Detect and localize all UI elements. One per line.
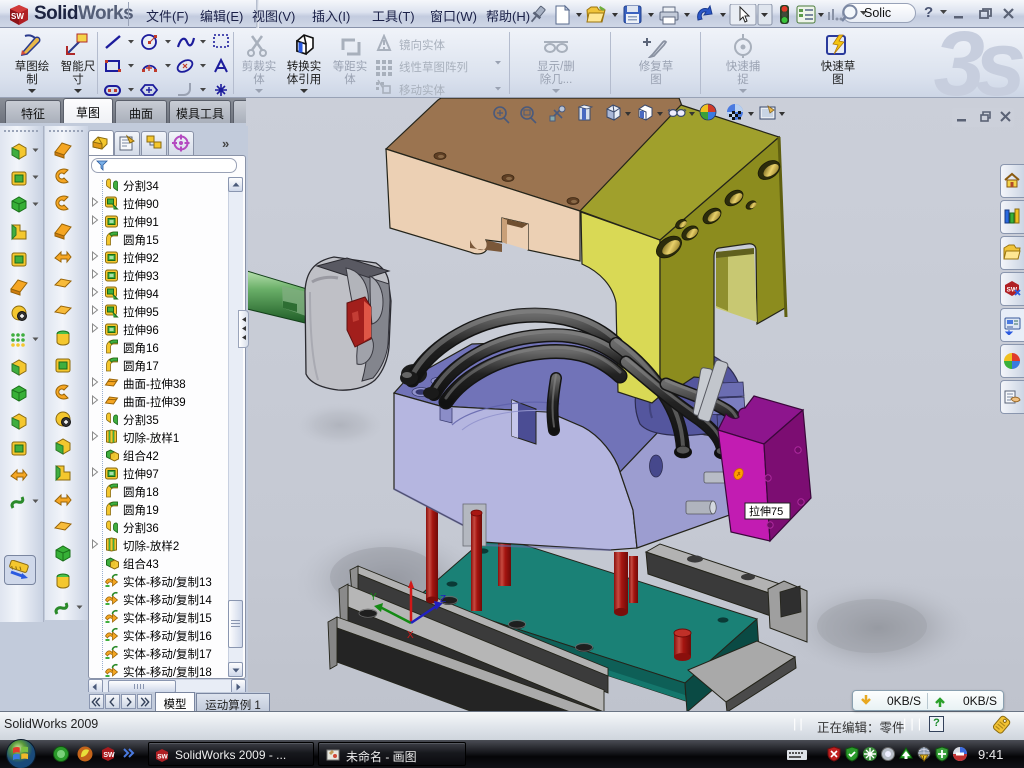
svg-text:SW: SW [157,754,168,761]
svg-text:拉伸75: 拉伸75 [749,504,783,518]
svg-text:X: X [407,630,414,641]
svg-text:SW: SW [11,12,24,21]
svg-text:SW: SW [103,752,115,759]
svg-text:Y: Y [370,592,377,603]
svg-text:Z: Z [440,594,446,605]
